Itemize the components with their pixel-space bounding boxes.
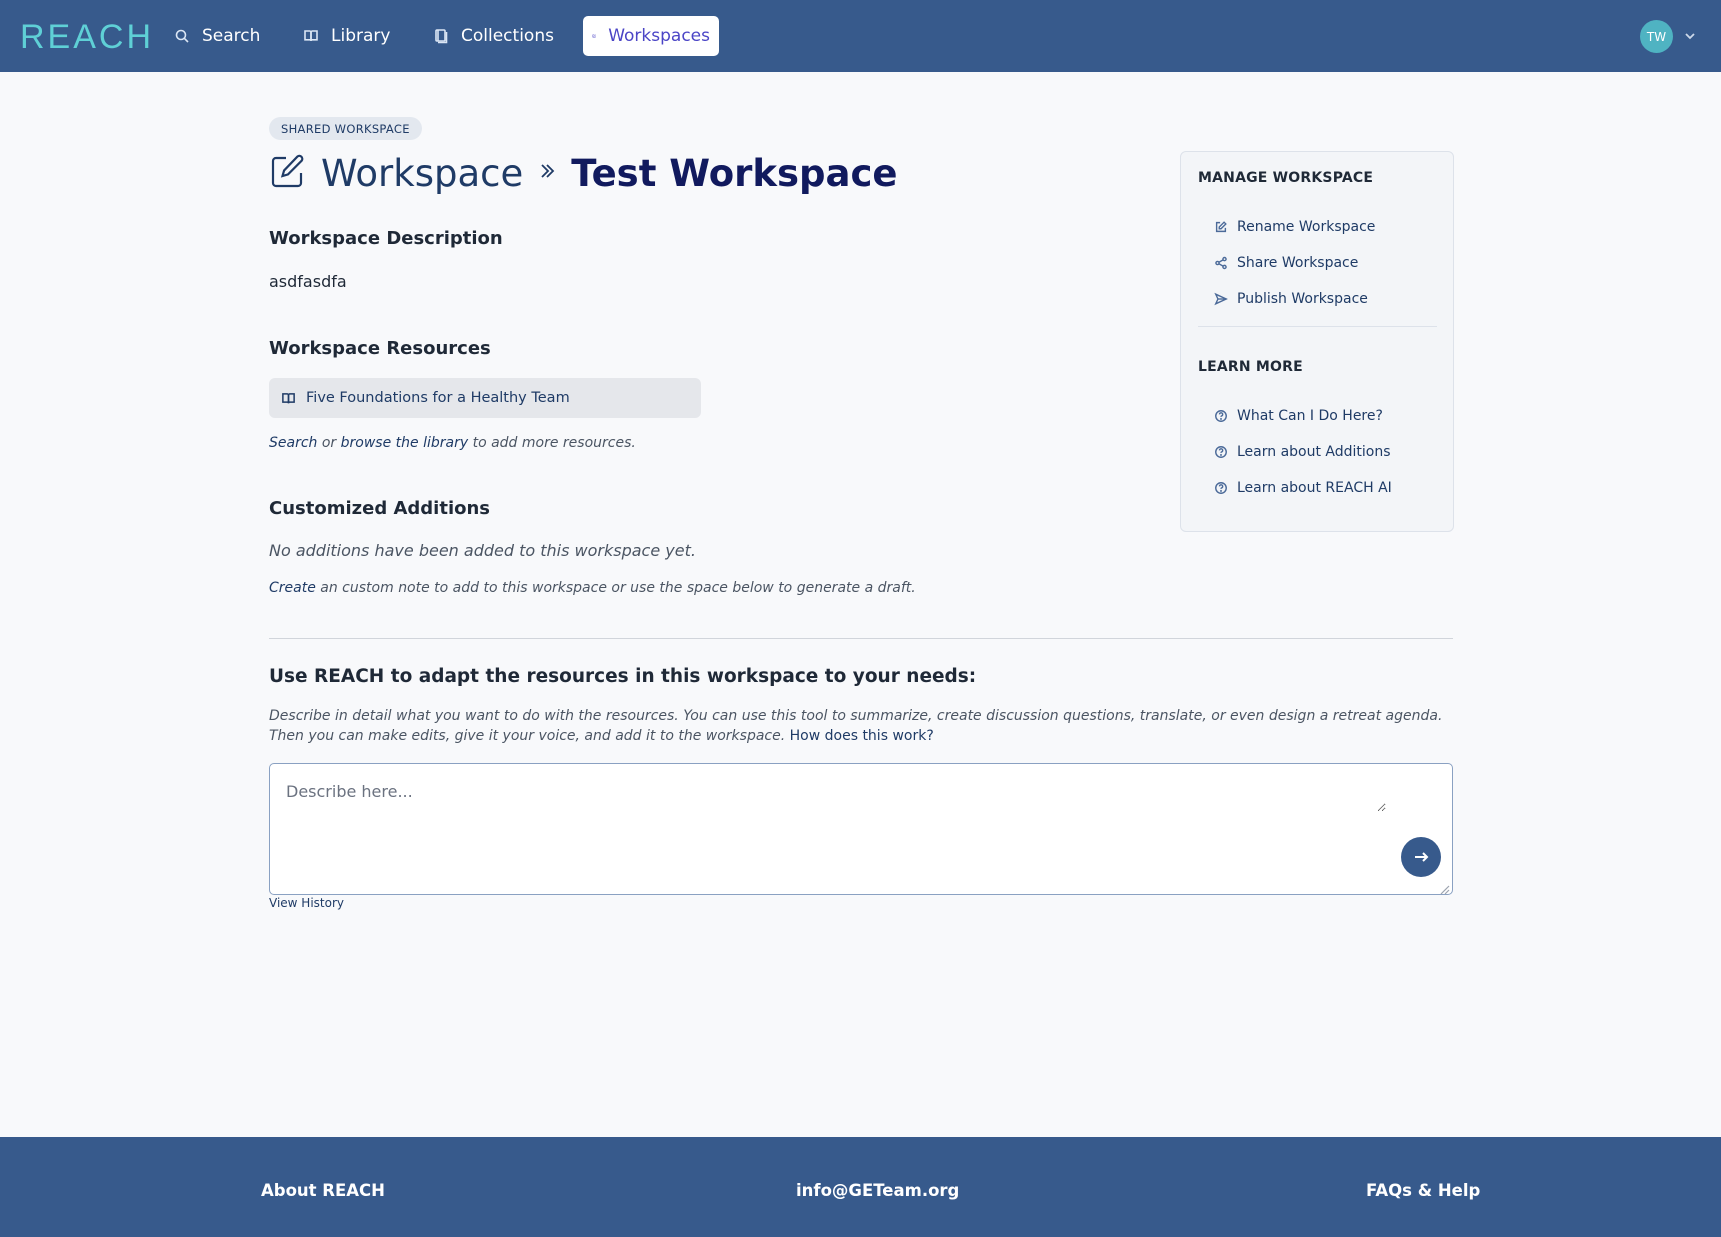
footer: About REACH info@GETeam.org FAQs & Help	[0, 1137, 1721, 1237]
ai-heading: Use REACH to adapt the resources in this…	[269, 666, 977, 687]
share-icon	[1215, 256, 1227, 270]
nav-collections-label: Collections	[461, 26, 554, 46]
breadcrumb-workspace[interactable]: Workspace	[321, 152, 523, 195]
ai-prompt-box	[269, 763, 1453, 895]
search-link[interactable]: Search	[269, 435, 317, 451]
about-reach-link[interactable]: About REACH	[261, 1181, 385, 1200]
nav-collections[interactable]: Collections	[424, 16, 563, 56]
additions-hint-suffix: an custom note to add to this workspace …	[315, 580, 916, 596]
user-menu-toggle[interactable]	[1683, 28, 1699, 44]
rename-workspace-link[interactable]: Rename Workspace	[1214, 215, 1375, 239]
resource-item[interactable]: Five Foundations for a Healthy Team	[269, 378, 701, 418]
resource-item-label: Five Foundations for a Healthy Team	[306, 390, 570, 406]
reach-logo[interactable]: REACH	[20, 18, 154, 57]
submit-prompt-button[interactable]	[1401, 837, 1441, 877]
how-does-this-work-link[interactable]: How does this work?	[790, 728, 934, 744]
workspace-sidebar: MANAGE WORKSPACE Rename Workspace Share …	[1180, 151, 1454, 532]
chevrons-right-icon	[537, 161, 557, 185]
faqs-help-link[interactable]: FAQs & Help	[1366, 1181, 1480, 1200]
arrow-right-icon	[1415, 852, 1429, 862]
pencil-icon	[592, 34, 596, 38]
shared-workspace-badge: SHARED WORKSPACE	[269, 117, 422, 140]
pencil-icon	[1215, 221, 1227, 233]
resize-handle[interactable]	[1438, 880, 1450, 895]
nav-library-label: Library	[331, 26, 391, 46]
what-can-i-do-link[interactable]: What Can I Do Here?	[1214, 404, 1383, 428]
share-workspace-label: Share Workspace	[1237, 255, 1359, 271]
additions-heading: Customized Additions	[269, 498, 491, 519]
nav-workspaces-label: Workspaces	[608, 26, 710, 46]
send-icon	[1214, 292, 1228, 306]
chevron-down-icon	[1685, 33, 1695, 40]
description-text: asdfasdfa	[269, 272, 347, 291]
nav-search[interactable]: Search	[165, 16, 269, 56]
publish-workspace-label: Publish Workspace	[1237, 291, 1368, 307]
pencil-square-icon	[269, 152, 307, 194]
learn-additions-label: Learn about Additions	[1237, 444, 1391, 460]
help-circle-icon	[1215, 410, 1227, 422]
search-icon	[175, 29, 189, 43]
help-circle-icon	[1215, 446, 1227, 458]
ai-prompt-input[interactable]	[286, 782, 1386, 812]
share-workspace-link[interactable]: Share Workspace	[1214, 251, 1358, 275]
resources-heading: Workspace Resources	[269, 338, 491, 359]
nav-workspaces[interactable]: Workspaces	[583, 16, 719, 56]
nav-library[interactable]: Library	[294, 16, 399, 56]
user-avatar[interactable]: TW	[1640, 20, 1673, 53]
hint-or-text: or	[317, 435, 341, 451]
collection-icon	[435, 29, 448, 44]
publish-workspace-link[interactable]: Publish Workspace	[1214, 287, 1368, 311]
manage-workspace-heading: MANAGE WORKSPACE	[1198, 170, 1374, 186]
create-note-link[interactable]: Create	[269, 580, 316, 596]
book-icon	[304, 30, 318, 42]
view-history-link[interactable]: View History	[269, 896, 344, 910]
help-circle-icon	[1215, 482, 1227, 494]
learn-additions-link[interactable]: Learn about Additions	[1214, 440, 1391, 464]
workspace-title: Test Workspace	[571, 151, 898, 195]
what-can-i-do-label: What Can I Do Here?	[1237, 408, 1383, 424]
top-navigation-bar: REACH Search Library Collections Workspa…	[0, 0, 1721, 72]
resize-grip-icon	[1440, 885, 1450, 895]
learn-reach-ai-label: Learn about REACH AI	[1237, 480, 1392, 496]
resources-hint: Search or browse the library to add more…	[269, 435, 636, 451]
description-heading: Workspace Description	[269, 228, 503, 249]
learn-more-heading: LEARN MORE	[1198, 359, 1303, 375]
additions-hint: Create an custom note to add to this wor…	[269, 580, 916, 596]
hint-suffix-text: to add more resources.	[468, 435, 636, 451]
additions-empty-message: No additions have been added to this wor…	[269, 541, 696, 560]
section-divider	[269, 638, 1453, 639]
rename-workspace-label: Rename Workspace	[1237, 219, 1376, 235]
contact-email-link[interactable]: info@GETeam.org	[796, 1181, 959, 1200]
browse-library-link[interactable]: browse the library	[341, 435, 468, 451]
page-title: Workspace Test Workspace	[269, 148, 898, 198]
ai-description: Describe in detail what you want to do w…	[269, 706, 1453, 746]
book-icon	[282, 392, 295, 403]
nav-search-label: Search	[202, 26, 261, 46]
learn-reach-ai-link[interactable]: Learn about REACH AI	[1214, 476, 1392, 500]
sidebar-divider	[1198, 326, 1437, 327]
